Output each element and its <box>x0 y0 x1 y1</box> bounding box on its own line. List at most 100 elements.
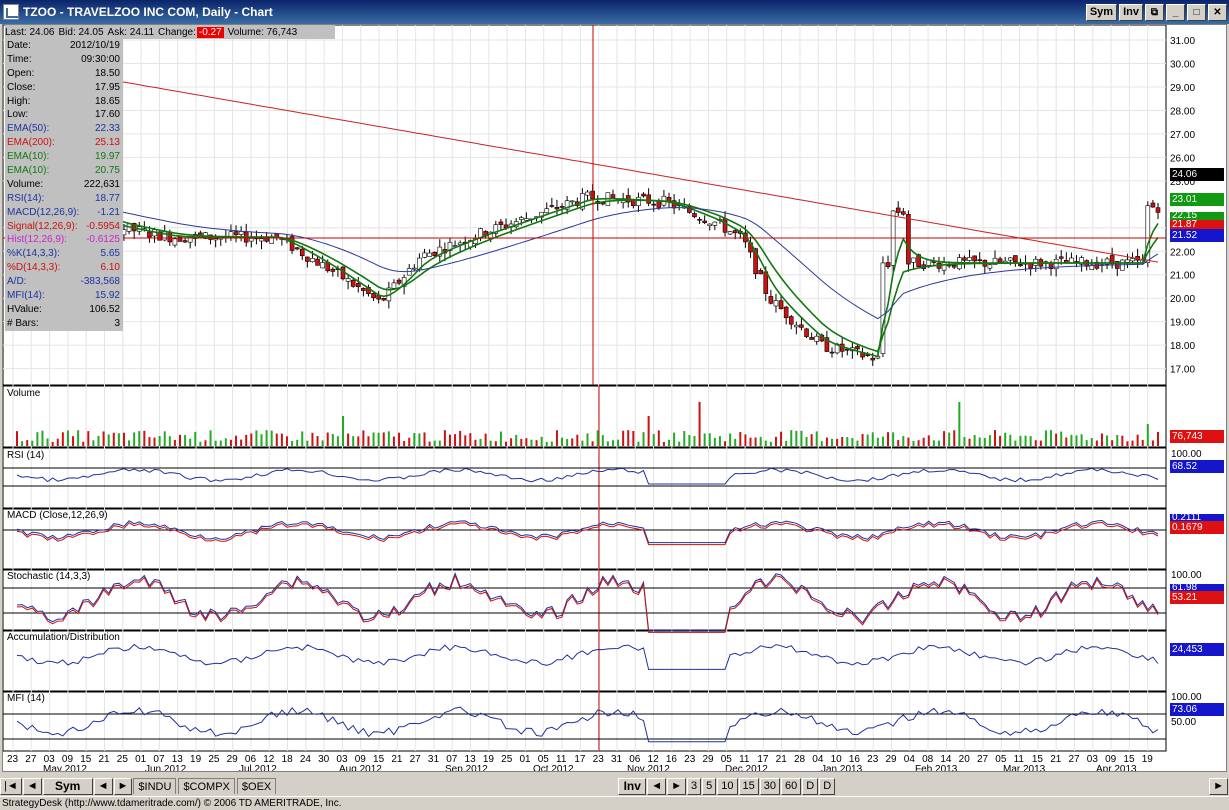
data-window-label: Close: <box>7 81 36 93</box>
candle-body <box>432 251 437 256</box>
inv-toolbar-button[interactable]: Inv <box>618 777 647 795</box>
x-axis-day: 31 <box>428 754 440 765</box>
volume-bar <box>275 433 278 446</box>
data-window-value: 6.10 <box>100 262 120 274</box>
data-window-row: Time: 09:30:00 <box>5 53 123 67</box>
data-window-label: MACD(12,26,9): <box>7 206 80 218</box>
candle-body <box>895 207 901 213</box>
data-window-label: Volume: <box>7 178 44 190</box>
bid-price: Bid: 24.05 <box>58 26 104 38</box>
candle-body <box>951 264 957 268</box>
tab-scroll-right[interactable]: ► <box>113 777 133 795</box>
volume-bar <box>1070 434 1073 446</box>
candle-body <box>569 200 575 203</box>
data-window-value: 5.65 <box>100 248 120 260</box>
period-d-button[interactable]: D <box>802 777 819 795</box>
chart-app-icon <box>3 4 19 20</box>
x-axis-month: Jan 2013 <box>821 764 863 771</box>
data-window-row: A/D: -383,568 <box>5 275 123 289</box>
volume-bar <box>117 433 120 446</box>
ema10b-tag: 22.15 <box>1170 212 1224 220</box>
stochastic-panel-label: Stochastic (14,3,3) <box>7 571 91 582</box>
period-60-button[interactable]: 60 <box>781 777 802 795</box>
volume-bar <box>622 430 625 446</box>
volume-bar <box>576 434 579 446</box>
chart-canvas[interactable]: 31.0030.0029.0028.0027.0026.0025.0023.00… <box>3 25 1226 771</box>
tab-scroll-left[interactable]: ◄ <box>93 777 113 795</box>
period-5-button[interactable]: 5 <box>702 777 717 795</box>
volume-bar <box>260 434 263 446</box>
volume-bar <box>724 441 727 446</box>
symbol-tab-compx[interactable]: $COMPX <box>178 778 235 794</box>
price-axis-label: 20.00 <box>1170 294 1195 305</box>
volume-bar <box>932 440 935 446</box>
volume-bar <box>448 434 451 446</box>
volume-bar <box>688 435 691 446</box>
volume-bar <box>489 440 492 446</box>
volume-bar <box>433 440 436 446</box>
candle-body <box>804 328 809 337</box>
volume-bar <box>1116 434 1119 446</box>
price-axis-label: 29.00 <box>1170 83 1195 94</box>
volume-bar <box>540 436 543 446</box>
volume-bar <box>881 436 884 446</box>
scroll-left-button[interactable]: ◄ <box>22 777 42 795</box>
volume-bar <box>306 440 309 446</box>
volume-bar <box>892 432 895 446</box>
candle-body <box>656 200 662 208</box>
x-axis-month: Feb 2013 <box>915 764 958 771</box>
data-window-value: 20.75 <box>94 165 120 177</box>
data-window-row: # Bars: 3 <box>5 317 123 331</box>
volume-bar <box>657 430 660 446</box>
data-window-row: EMA(10): 19.97 <box>5 150 123 164</box>
candle-body <box>1013 255 1018 263</box>
volume-bar <box>179 434 181 446</box>
scroll-right-button[interactable]: ► <box>1209 777 1228 795</box>
popout-icon[interactable]: ⧉ <box>1145 3 1164 21</box>
volume-bar <box>525 438 528 446</box>
x-axis-day: 25 <box>208 754 220 765</box>
data-window-label: # Bars: <box>7 317 39 329</box>
scroll-first-button[interactable]: |◄ <box>0 777 22 795</box>
volume-bar <box>632 431 635 446</box>
sym-toolbar-button[interactable]: Sym <box>42 777 93 795</box>
candle-body <box>631 200 636 207</box>
volume-bar <box>474 439 477 446</box>
candle-body <box>707 223 713 226</box>
minimize-icon[interactable]: _ <box>1166 3 1185 21</box>
period-scroll-right[interactable]: ► <box>667 777 687 795</box>
data-window-rows: Date: 2012/10/19 Time: 09:30:00 Open: 18.50 Cl… <box>5 39 123 331</box>
volume-bar <box>102 431 105 446</box>
sym-button[interactable]: Sym <box>1085 3 1118 21</box>
candle-body <box>1058 256 1064 259</box>
period-30-button[interactable]: 30 <box>759 777 781 795</box>
quote-volume: Volume: 76,743 <box>227 26 298 38</box>
period-10-button[interactable]: 10 <box>717 777 738 795</box>
inv-button[interactable]: Inv <box>1119 3 1143 21</box>
period-scroll-left[interactable]: ◄ <box>647 777 667 795</box>
data-window-value: 22.33 <box>94 123 120 135</box>
ema200-tag: 21.87 <box>1170 220 1224 229</box>
status-bar: StrategyDesk (http://www.tdameritrade.co… <box>0 796 1229 809</box>
volume-bar <box>591 441 594 446</box>
maximize-icon[interactable]: □ <box>1187 3 1206 21</box>
volume-bar <box>418 433 421 446</box>
chart-area[interactable]: 31.0030.0029.0028.0027.0026.0025.0023.00… <box>2 24 1227 772</box>
candle-body <box>972 255 977 262</box>
volume-bar <box>291 441 294 446</box>
candle-body <box>610 194 616 199</box>
period-3-button[interactable]: 3 <box>687 777 702 795</box>
volume-bar <box>1106 435 1109 446</box>
price-axis-label: 18.00 <box>1170 341 1195 352</box>
close-icon[interactable]: ✕ <box>1208 3 1227 21</box>
symbol-tab-oex[interactable]: $OEX <box>236 778 277 794</box>
symbol-tab-indu[interactable]: $INDU <box>133 778 177 794</box>
x-axis-day: 21 <box>1050 754 1062 765</box>
period-15-button[interactable]: 15 <box>738 777 759 795</box>
price-axis-label: 19.00 <box>1170 318 1195 329</box>
volume-bar <box>1151 440 1154 446</box>
volume-bar <box>510 438 513 446</box>
volume-bar <box>586 433 589 446</box>
volume-bar <box>550 441 553 446</box>
period-d2-button[interactable]: D <box>819 777 836 795</box>
